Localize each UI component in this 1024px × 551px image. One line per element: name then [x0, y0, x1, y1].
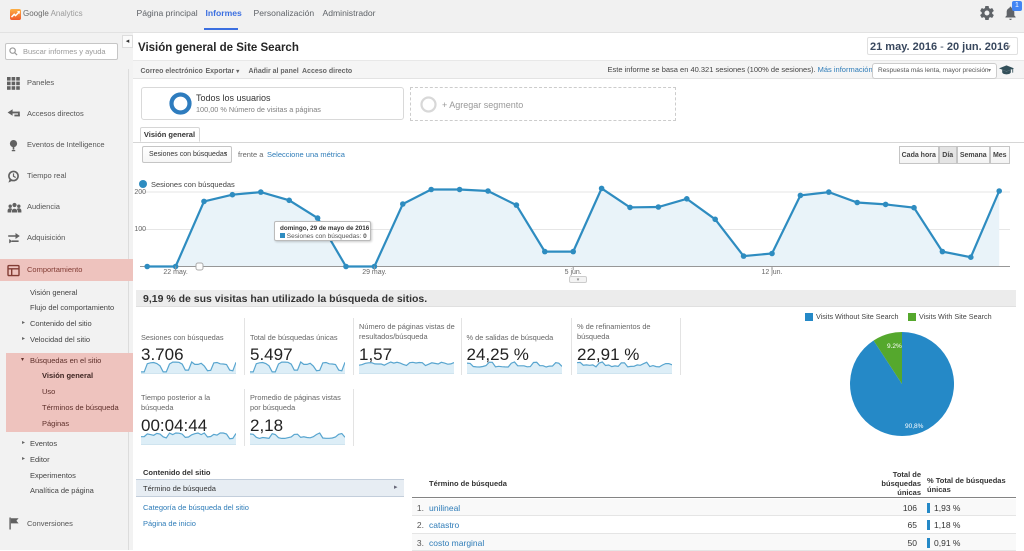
svg-text:90,8%: 90,8%: [905, 423, 924, 430]
svg-text:9.2%: 9.2%: [887, 343, 902, 350]
